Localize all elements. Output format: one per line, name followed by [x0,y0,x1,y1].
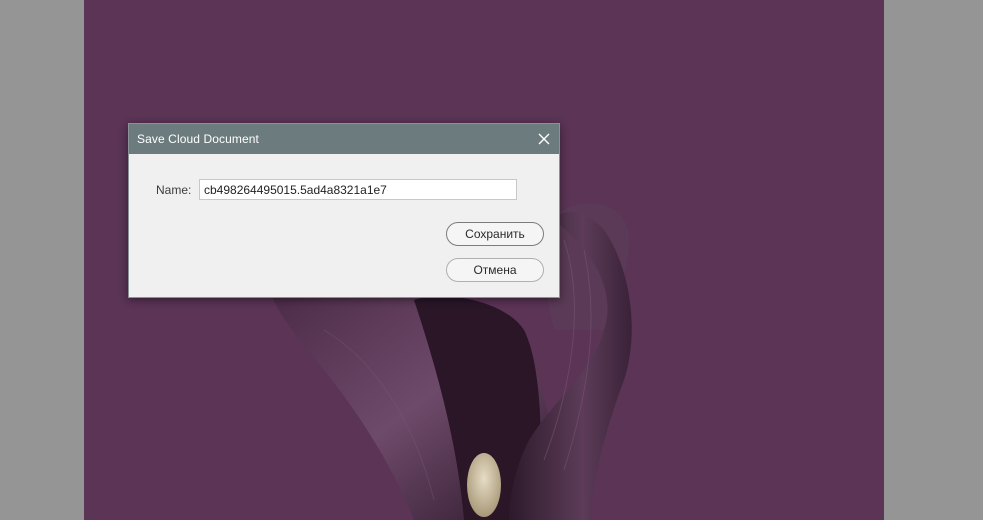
name-label: Name: [156,183,192,197]
save-cloud-document-dialog: Save Cloud Document Name: Сохранить Отме… [128,123,560,298]
save-button[interactable]: Сохранить [446,222,544,246]
dialog-titlebar[interactable]: Save Cloud Document [129,124,559,154]
close-button[interactable] [529,124,559,154]
workspace: Save Cloud Document Name: Сохранить Отме… [0,0,983,520]
name-input[interactable] [199,179,517,200]
cancel-button[interactable]: Отмена [446,258,544,282]
dialog-title: Save Cloud Document [137,132,259,146]
dialog-body: Name: Сохранить Отмена [129,154,559,298]
close-icon [538,133,550,145]
